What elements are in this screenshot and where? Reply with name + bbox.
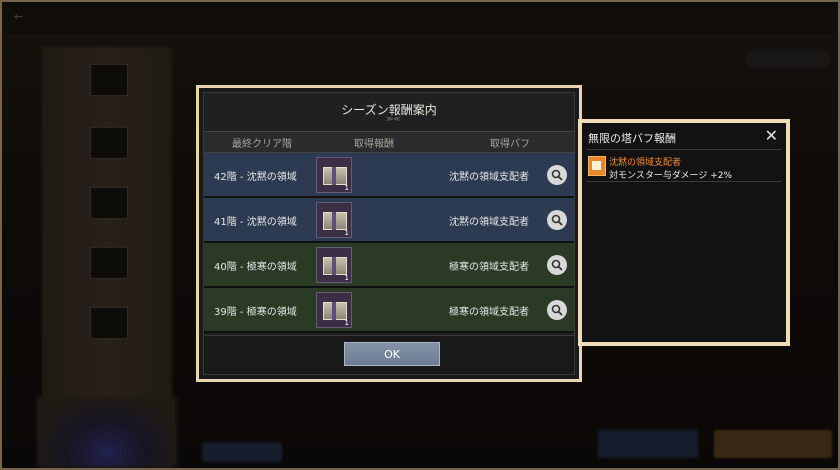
row-floor: 41階 - 沈黙の領域 bbox=[214, 217, 297, 228]
panel-title: 無限の塔バフ報酬 bbox=[588, 132, 676, 145]
column-reward: 取得報酬 bbox=[354, 139, 394, 150]
column-buff: 取得バフ bbox=[490, 139, 530, 150]
magnifier-icon[interactable] bbox=[547, 210, 567, 230]
reward-count: 1 bbox=[344, 184, 349, 192]
reward-chest-icon[interactable]: 1 bbox=[316, 247, 352, 283]
reward-chest-icon[interactable]: 1 bbox=[316, 292, 352, 328]
reward-row: 40階 - 極寒の領域 1 極寒の領域支配者 bbox=[204, 243, 574, 288]
reward-chest-icon[interactable]: 1 bbox=[316, 157, 352, 193]
row-floor: 40階 - 極寒の領域 bbox=[214, 262, 297, 273]
season-reward-modal: シーズン報酬案内 ≫≪ 最終クリア階 取得報酬 取得バフ 42階 - 沈黙の領域… bbox=[196, 85, 582, 382]
magnifier-icon[interactable] bbox=[547, 255, 567, 275]
reward-count: 1 bbox=[344, 229, 349, 237]
row-buff: 沈黙の領域支配者 bbox=[449, 217, 529, 228]
buff-icon bbox=[588, 156, 606, 176]
divider bbox=[586, 149, 782, 150]
reward-row: 42階 - 沈黙の領域 1 沈黙の領域支配者 bbox=[204, 153, 574, 198]
magnifier-icon[interactable] bbox=[547, 165, 567, 185]
buff-name: 沈黙の領域支配者 bbox=[609, 158, 682, 168]
modal-footer: OK bbox=[204, 335, 574, 374]
column-header: 最終クリア階 取得報酬 取得バフ bbox=[204, 131, 574, 153]
reward-row: 39階 - 極寒の領域 1 極寒の領域支配者 bbox=[204, 288, 574, 333]
row-buff: 沈黙の領域支配者 bbox=[449, 172, 529, 183]
column-last-floor: 最終クリア階 bbox=[232, 139, 292, 150]
reward-row: 41階 - 沈黙の領域 1 沈黙の領域支配者 bbox=[204, 198, 574, 243]
row-floor: 39階 - 極寒の領域 bbox=[214, 307, 297, 318]
ok-button[interactable]: OK bbox=[344, 342, 440, 366]
row-buff: 極寒の領域支配者 bbox=[449, 262, 529, 273]
reward-chest-icon[interactable]: 1 bbox=[316, 202, 352, 238]
title-ornament-icon: ≫≪ bbox=[386, 115, 401, 123]
row-buff: 極寒の領域支配者 bbox=[449, 307, 529, 318]
divider bbox=[586, 181, 782, 182]
reward-count: 1 bbox=[344, 274, 349, 282]
reward-list[interactable]: 42階 - 沈黙の領域 1 沈黙の領域支配者 41階 - 沈黙の領域 1 沈黙の… bbox=[204, 153, 574, 333]
magnifier-icon[interactable] bbox=[547, 300, 567, 320]
row-floor: 42階 - 沈黙の領域 bbox=[214, 172, 297, 183]
buff-reward-panel: 無限の塔バフ報酬 ✕ 沈黙の領域支配者 対モンスター与ダメージ +2% bbox=[578, 119, 790, 346]
close-icon[interactable]: ✕ bbox=[765, 126, 778, 145]
buff-effect: 対モンスター与ダメージ +2% bbox=[609, 171, 733, 181]
reward-count: 1 bbox=[344, 319, 349, 327]
modal-body: シーズン報酬案内 ≫≪ 最終クリア階 取得報酬 取得バフ 42階 - 沈黙の領域… bbox=[203, 92, 575, 375]
